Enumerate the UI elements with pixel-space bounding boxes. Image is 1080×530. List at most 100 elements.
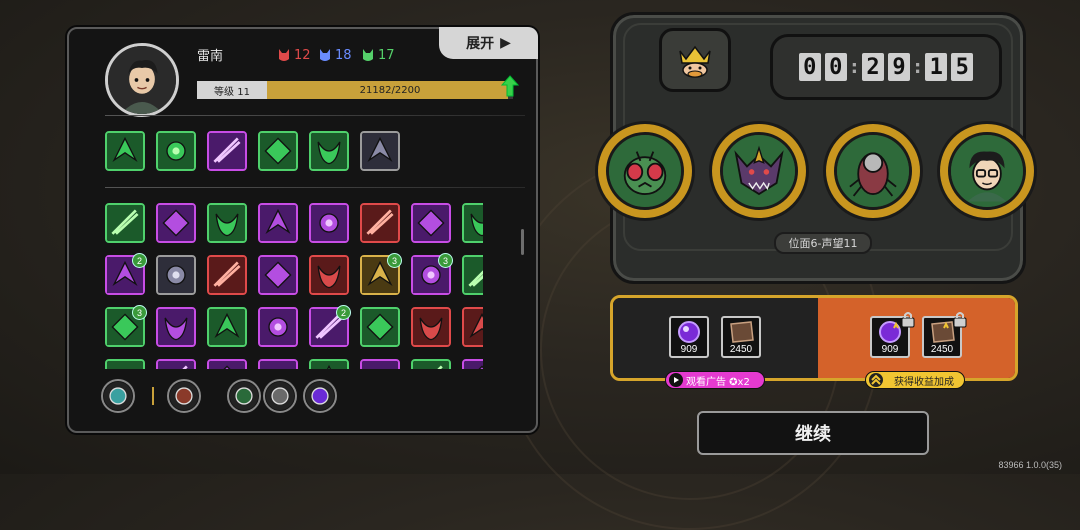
timer-digit: 0 xyxy=(824,53,847,81)
stack-count-badge: 3 xyxy=(132,305,147,320)
lightning-blade-skill-icon[interactable] xyxy=(156,131,196,171)
separator xyxy=(152,387,154,405)
blue-cloak-skill-icon[interactable] xyxy=(207,255,247,295)
stack-count-badge: 3 xyxy=(387,253,402,268)
red-demon-icon xyxy=(279,49,289,61)
glasses-boy-icon xyxy=(951,135,1023,207)
purple-rune-skill-icon[interactable] xyxy=(462,359,483,369)
purple-charm-icon[interactable] xyxy=(303,379,337,413)
gold-vortex-skill-icon[interactable]: 2 xyxy=(105,253,147,295)
position-label: 位面6-声望11 xyxy=(774,232,872,254)
red-claw-skill-icon[interactable] xyxy=(156,255,196,295)
bonus-button[interactable]: 获得收益加成 xyxy=(865,371,965,389)
green-leaf-skill-icon[interactable] xyxy=(105,359,145,369)
level-up-arrow-icon[interactable] xyxy=(501,75,519,97)
armor-plate-skill-icon[interactable] xyxy=(360,131,400,171)
green-burst-skill-icon[interactable]: 3 xyxy=(105,305,147,347)
purple-book-skill-icon[interactable] xyxy=(207,307,247,347)
purple-eye-skill-icon[interactable] xyxy=(462,203,483,243)
purple-arrow-skill-icon[interactable] xyxy=(105,203,145,243)
level-bar: 等级 11 21182/2200 xyxy=(197,75,519,99)
green-flask-icon[interactable] xyxy=(227,379,261,413)
green-swirl-skill-icon[interactable] xyxy=(207,203,247,243)
spiked-fence-skill-icon[interactable]: 3 xyxy=(360,253,402,295)
fly-monster-icon xyxy=(609,135,681,207)
enemy-slot-1[interactable] xyxy=(598,124,692,218)
boss-crown-badge xyxy=(659,28,731,92)
enemy-slot-4[interactable] xyxy=(940,124,1034,218)
blue-stat-value: 18 xyxy=(335,47,352,63)
purple-flame-skill-icon[interactable] xyxy=(156,359,196,369)
purple-skull-skill-icon[interactable] xyxy=(462,255,483,295)
watch-ad-button[interactable]: 观看广告 ✪x2 xyxy=(665,371,765,389)
player-avatar[interactable] xyxy=(105,43,179,117)
watch-ad-label: 观看广告 ✪x2 xyxy=(686,376,750,388)
stack-count-badge: 3 xyxy=(438,253,453,268)
sword-item-icon[interactable] xyxy=(167,379,201,413)
bonus-reward-item: 909 xyxy=(870,312,915,358)
red-rift-skill-icon[interactable] xyxy=(156,307,196,347)
skill-grid[interactable]: 2 3 3 3 2 xyxy=(103,201,483,369)
crossed-blades-skill-icon[interactable] xyxy=(258,307,298,347)
green-shield-skill-icon[interactable] xyxy=(360,203,400,243)
green-hex-skill-icon[interactable] xyxy=(309,359,349,369)
leaf-burst-skill-icon[interactable] xyxy=(309,131,349,171)
purple-beast-skill-icon[interactable] xyxy=(309,203,349,243)
bonus-rewards: 909 2450 xyxy=(818,298,1015,378)
expand-button[interactable]: 展开 ▶ xyxy=(439,27,538,59)
timer-digit: 9 xyxy=(888,53,910,81)
double-chevron-up-icon xyxy=(869,373,883,387)
green-spear-skill-icon[interactable] xyxy=(105,131,145,171)
blue-stat: 18 xyxy=(318,47,352,63)
green-demon-icon xyxy=(363,49,373,61)
green-claw-skill-icon[interactable] xyxy=(411,359,451,369)
horned-beast-icon xyxy=(723,135,795,207)
timer-colon: : xyxy=(850,56,858,78)
timer-digit: 5 xyxy=(951,53,974,81)
blue-demon-icon xyxy=(320,49,330,61)
bandage-skill-icon[interactable] xyxy=(156,203,196,243)
green-fang-skill-icon[interactable] xyxy=(411,203,451,243)
red-spike-skill-icon[interactable] xyxy=(207,359,247,369)
purple-crystal-skill-icon[interactable] xyxy=(258,255,298,295)
green-wind-skill-icon[interactable] xyxy=(360,307,400,347)
reward-value: 909 xyxy=(680,344,698,355)
reward-item: 909 xyxy=(669,316,709,358)
purple-gem-skill-icon[interactable] xyxy=(360,359,400,369)
purple-mask-skill-icon[interactable] xyxy=(258,359,298,369)
purple-orb-skill-icon[interactable] xyxy=(207,131,247,171)
scrollbar-thumb[interactable] xyxy=(521,229,524,255)
brown-book-icon xyxy=(730,321,754,343)
reward-item: 2450 xyxy=(721,316,761,358)
timer-colon: : xyxy=(914,56,922,78)
bonus-label: 获得收益加成 xyxy=(894,376,954,388)
green-axe-skill-icon[interactable] xyxy=(258,131,298,171)
stack-count-badge: 2 xyxy=(132,253,147,268)
gold-arch-skill-icon[interactable] xyxy=(411,307,451,347)
blue-warrior-skill-icon[interactable] xyxy=(462,307,483,347)
green-stat-value: 17 xyxy=(378,47,395,63)
play-arrow-icon: ▶ xyxy=(500,35,511,51)
character-panel: 雷南 12 18 17 展开 ▶ 等级 11 21182/2200 2 3 3 3 2 xyxy=(67,27,538,433)
player-portrait-icon xyxy=(108,46,176,114)
gray-stone-icon[interactable] xyxy=(263,379,297,413)
divider xyxy=(105,115,525,116)
crowned-duck-icon xyxy=(679,45,711,78)
enemy-slot-3[interactable] xyxy=(826,124,920,218)
purple-star-skill-icon[interactable]: 3 xyxy=(411,253,453,295)
exp-text: 21182/2200 xyxy=(359,84,421,96)
exp-track: 21182/2200 xyxy=(267,81,513,99)
red-slash-skill-icon[interactable] xyxy=(309,255,349,295)
purple-pillar-skill-icon[interactable]: 2 xyxy=(309,305,351,347)
enemy-slot-2[interactable] xyxy=(712,124,806,218)
base-rewards: 909 2450 xyxy=(613,298,818,378)
insect-shell-icon xyxy=(837,135,909,207)
level-label: 等级 11 xyxy=(197,81,267,99)
timer-digit: 1 xyxy=(925,53,948,81)
red-stat: 12 xyxy=(277,47,311,63)
expand-label: 展开 xyxy=(466,36,495,52)
purple-blade-skill-icon[interactable] xyxy=(258,203,298,243)
countdown-timer: 0 0 : 2 9 : 1 5 xyxy=(770,34,1002,100)
potion-character-icon[interactable] xyxy=(101,379,135,413)
continue-button[interactable]: 继续 xyxy=(697,411,929,455)
